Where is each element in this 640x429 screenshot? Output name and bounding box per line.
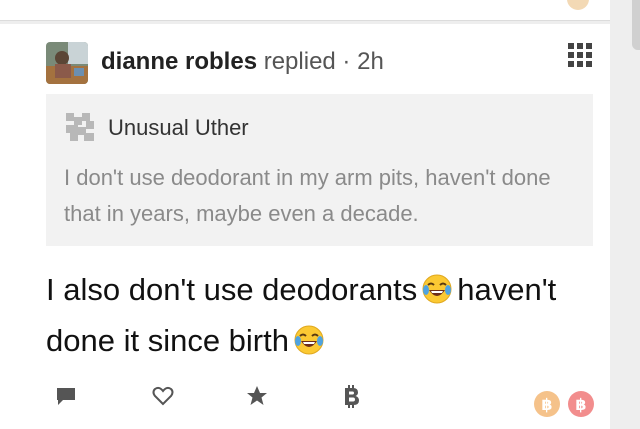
- reply-body: I also don't use deodorants haven't done …: [46, 267, 606, 369]
- reply-meta: replied · 2h: [263, 48, 384, 75]
- bitcoin-icon[interactable]: [331, 376, 371, 416]
- tip-coin-badge: ฿: [568, 391, 594, 417]
- scrollbar-thumb[interactable]: [632, 0, 640, 50]
- grid-menu-icon[interactable]: [568, 43, 592, 67]
- quoted-text: I don't use deodorant in my arm pits, ha…: [64, 165, 551, 226]
- star-icon[interactable]: [237, 376, 277, 416]
- reply-card: dianne robles replied · 2h Unusual Uther…: [0, 24, 610, 429]
- action-bar: [0, 376, 610, 416]
- reply-body-part1: I also don't use deodorants: [46, 272, 418, 307]
- previous-card-badge: [567, 0, 589, 10]
- comment-icon[interactable]: [46, 376, 86, 416]
- tip-coin-badge: ฿: [534, 391, 560, 417]
- quoted-author-name: Unusual Uther: [108, 115, 249, 140]
- heart-icon[interactable]: [143, 376, 183, 416]
- tears-of-joy-emoji: [421, 272, 453, 318]
- author-avatar[interactable]: [46, 42, 88, 84]
- quoted-post[interactable]: Unusual Uther I don't use deodorant in m…: [46, 94, 593, 246]
- author-line: dianne robles replied · 2h: [101, 48, 384, 76]
- tears-of-joy-emoji: [293, 323, 325, 369]
- author-name[interactable]: dianne robles: [101, 48, 257, 75]
- quoted-author-avatar: [66, 113, 94, 141]
- previous-card: [0, 0, 610, 21]
